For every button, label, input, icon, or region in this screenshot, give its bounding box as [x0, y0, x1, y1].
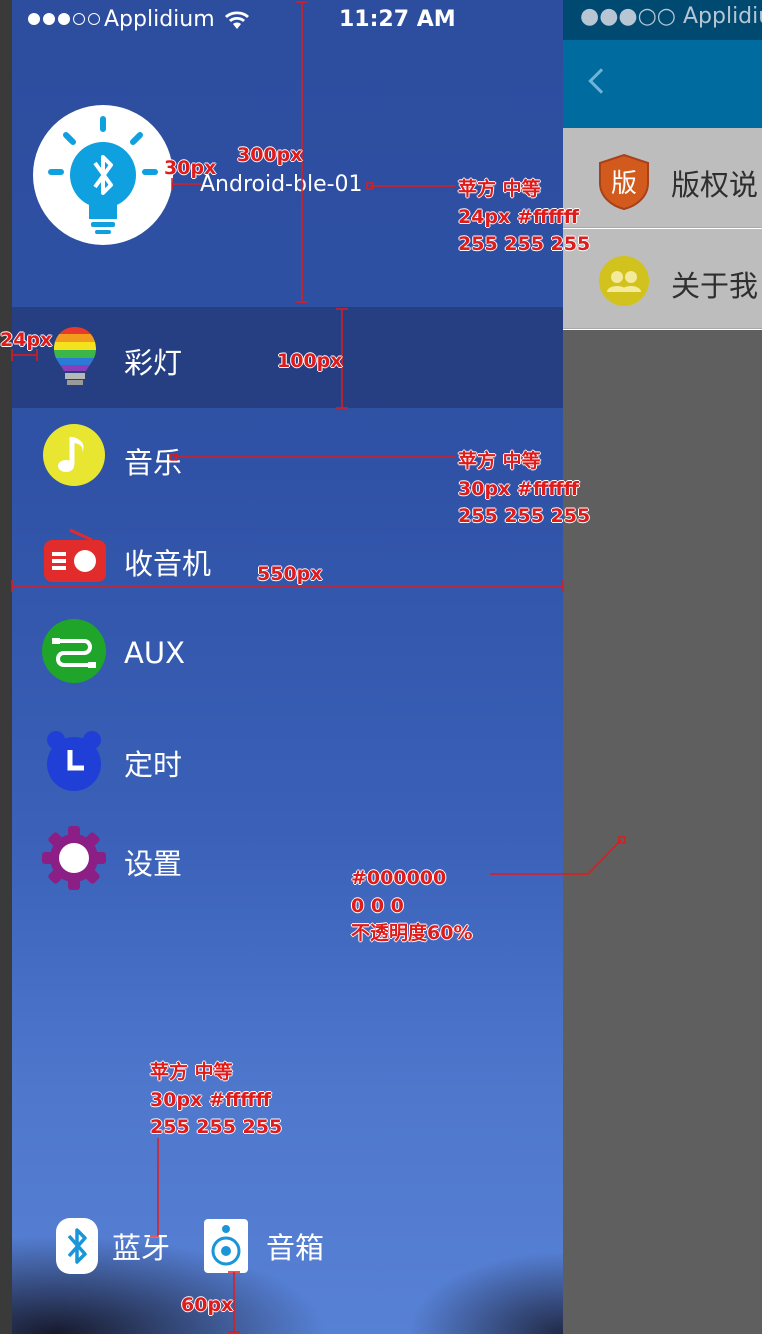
annotation-opacity: 不透明度60% [351, 922, 473, 945]
annotation-size-color: 24px #ffffff [458, 205, 580, 228]
annotation-bottom-spec: 苹方 中等 30px #ffffff 255 255 255 [150, 1059, 282, 1142]
annotation-lines [11, 1, 626, 1333]
annotation-rgb: 0 0 0 [351, 894, 404, 917]
annotation-font: 苹方 中等 [458, 178, 541, 200]
annotation-rgb: 255 255 255 [150, 1116, 283, 1139]
annotation-font: 苹方 中等 [458, 450, 541, 472]
annotation-rgb: 255 255 255 [458, 233, 591, 256]
annotation-font: 苹方 中等 [150, 1061, 233, 1083]
annotation-color: #000000 [351, 867, 447, 889]
annotation-name-spec: 苹方 中等 24px #ffffff 255 255 255 [458, 176, 590, 259]
annotation-24px: 24px [0, 329, 53, 351]
annotation-550px: 550px [257, 563, 323, 585]
annotation-rgb: 255 255 255 [458, 505, 591, 528]
annotation-size-color: 30px #ffffff [150, 1088, 272, 1111]
annotation-30px: 30px [164, 157, 217, 179]
annotation-overlay-spec: #000000 0 0 0 不透明度60% [351, 865, 472, 948]
annotation-size-color: 30px #ffffff [458, 477, 580, 500]
annotation-60px: 60px [181, 1294, 234, 1316]
annotation-300px: 300px [237, 144, 303, 166]
annotation-100px: 100px [277, 350, 343, 372]
annotation-music-spec: 苹方 中等 30px #ffffff 255 255 255 [458, 448, 590, 531]
